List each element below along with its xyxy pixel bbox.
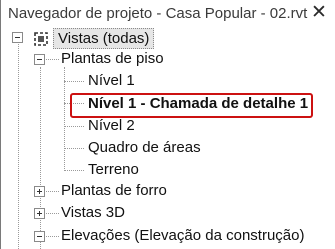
- expand-collapse-toggle[interactable]: [34, 231, 45, 242]
- tree-connector: [46, 213, 59, 214]
- tree-connector: [64, 170, 84, 171]
- tree-connector: [64, 67, 65, 171]
- tree-connector: [46, 59, 59, 60]
- expand-collapse-toggle[interactable]: [34, 208, 45, 219]
- tree-connector: [46, 191, 59, 192]
- tree-node-nivel-1[interactable]: Nível 1: [88, 72, 135, 89]
- tree-connector: [40, 67, 41, 249]
- tree-node-terreno[interactable]: Terreno: [88, 161, 139, 178]
- tree-node-quadro-de-areas[interactable]: Quadro de áreas: [88, 139, 201, 156]
- tree-node-nivel-1-chamada-de-detalhe-1[interactable]: Nível 1 - Chamada de detalhe 1: [88, 95, 308, 112]
- tree-node-elevacoes[interactable]: Elevações (Elevação da construção): [61, 227, 304, 244]
- tree-node-vistas-todas[interactable]: Vistas (todas): [53, 28, 155, 49]
- expand-collapse-toggle[interactable]: [34, 54, 45, 65]
- tree-connector: [46, 236, 59, 237]
- tree-node-plantas-de-forro[interactable]: Plantas de forro: [61, 182, 167, 199]
- expand-collapse-toggle[interactable]: [34, 186, 45, 197]
- project-browser-window: Navegador de projeto - Casa Popular - 02…: [0, 0, 335, 249]
- tree-connector: [64, 148, 84, 149]
- tree-node-nivel-2[interactable]: Nível 2: [88, 117, 135, 134]
- tree-connector: [18, 44, 19, 249]
- views-icon: [34, 32, 48, 46]
- expand-collapse-toggle[interactable]: [12, 32, 23, 43]
- tree-node-plantas-de-piso[interactable]: Plantas de piso: [61, 50, 164, 67]
- title-bar: Navegador de projeto - Casa Popular - 02…: [1, 0, 335, 29]
- tree-connector: [64, 81, 84, 82]
- tree-connector: [64, 126, 84, 127]
- tree-node-vistas-3d[interactable]: Vistas 3D: [61, 204, 125, 221]
- window-title: Navegador de projeto - Casa Popular - 02…: [8, 5, 308, 22]
- close-icon[interactable]: ✕: [309, 3, 329, 23]
- project-tree: Vistas (todas) Plantas de piso Nível 1 N…: [1, 28, 335, 249]
